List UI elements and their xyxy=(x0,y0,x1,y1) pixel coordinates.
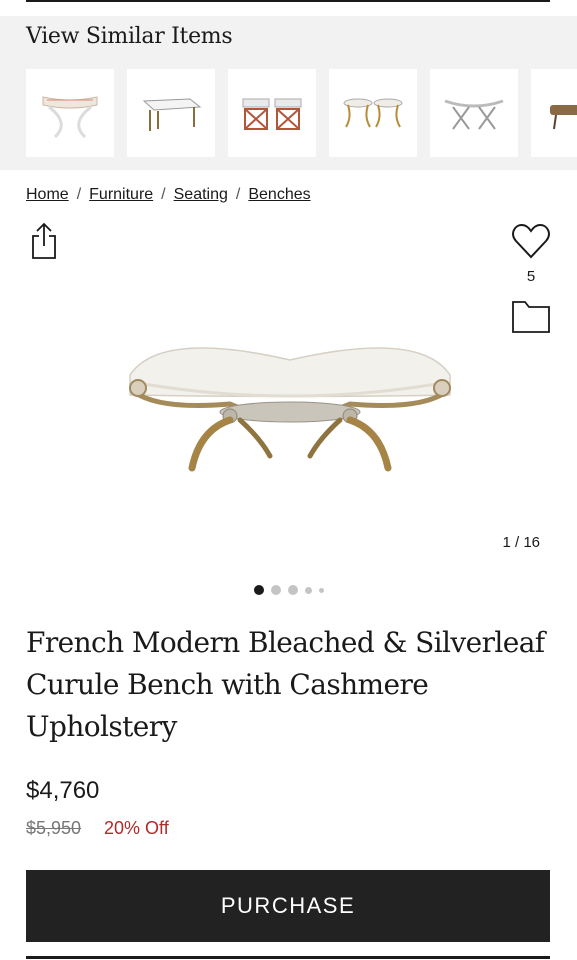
image-counter: 1 / 16 xyxy=(502,534,540,551)
breadcrumb-separator: / xyxy=(76,186,82,203)
product-title: French Modern Bleached & Silverleaf Curu… xyxy=(26,626,545,743)
gallery-dot[interactable] xyxy=(270,585,281,595)
favorite-count: 5 xyxy=(526,268,536,285)
gallery-dot[interactable] xyxy=(287,585,298,595)
similar-item-thumbnail[interactable] xyxy=(26,69,114,157)
breadcrumb-link-furniture[interactable]: Furniture xyxy=(89,186,153,203)
breadcrumb-link-benches[interactable]: Benches xyxy=(248,186,310,203)
share-icon xyxy=(32,222,56,259)
gallery-dot-active[interactable] xyxy=(253,585,264,595)
discount-badge: 20% Off xyxy=(104,818,169,838)
product-price: $4,760 xyxy=(26,777,100,804)
bottom-divider xyxy=(26,956,550,959)
purchase-button[interactable]: PURCHASE xyxy=(26,870,550,942)
similar-item-thumbnail[interactable] xyxy=(127,69,215,157)
folder-icon xyxy=(512,301,550,333)
gallery-dot[interactable] xyxy=(304,586,312,594)
similar-item-thumbnail[interactable] xyxy=(430,69,518,157)
similar-items-title: View Similar Items xyxy=(26,24,233,49)
gallery-pagination[interactable] xyxy=(0,585,577,595)
favorite-button[interactable] xyxy=(511,222,551,265)
gallery-dot[interactable] xyxy=(318,587,324,593)
breadcrumb: Home / Furniture / Seating / Benches xyxy=(26,186,311,204)
similar-item-thumbnail[interactable] xyxy=(329,69,417,157)
save-to-folder-button[interactable] xyxy=(511,300,551,339)
heart-icon xyxy=(512,223,550,259)
breadcrumb-link-home[interactable]: Home xyxy=(26,186,69,203)
top-divider xyxy=(26,0,550,2)
similar-items-panel: View Similar Items xyxy=(0,16,577,170)
breadcrumb-separator: / xyxy=(235,186,241,203)
breadcrumb-separator: / xyxy=(161,186,166,203)
breadcrumb-link-seating[interactable]: Seating xyxy=(174,186,228,203)
similar-item-thumbnail[interactable] xyxy=(531,69,577,157)
similar-items-carousel[interactable] xyxy=(26,69,577,157)
share-button[interactable] xyxy=(30,222,58,265)
original-price: $5,950 xyxy=(26,818,82,838)
product-image[interactable] xyxy=(120,320,460,485)
similar-item-thumbnail[interactable] xyxy=(228,69,316,157)
